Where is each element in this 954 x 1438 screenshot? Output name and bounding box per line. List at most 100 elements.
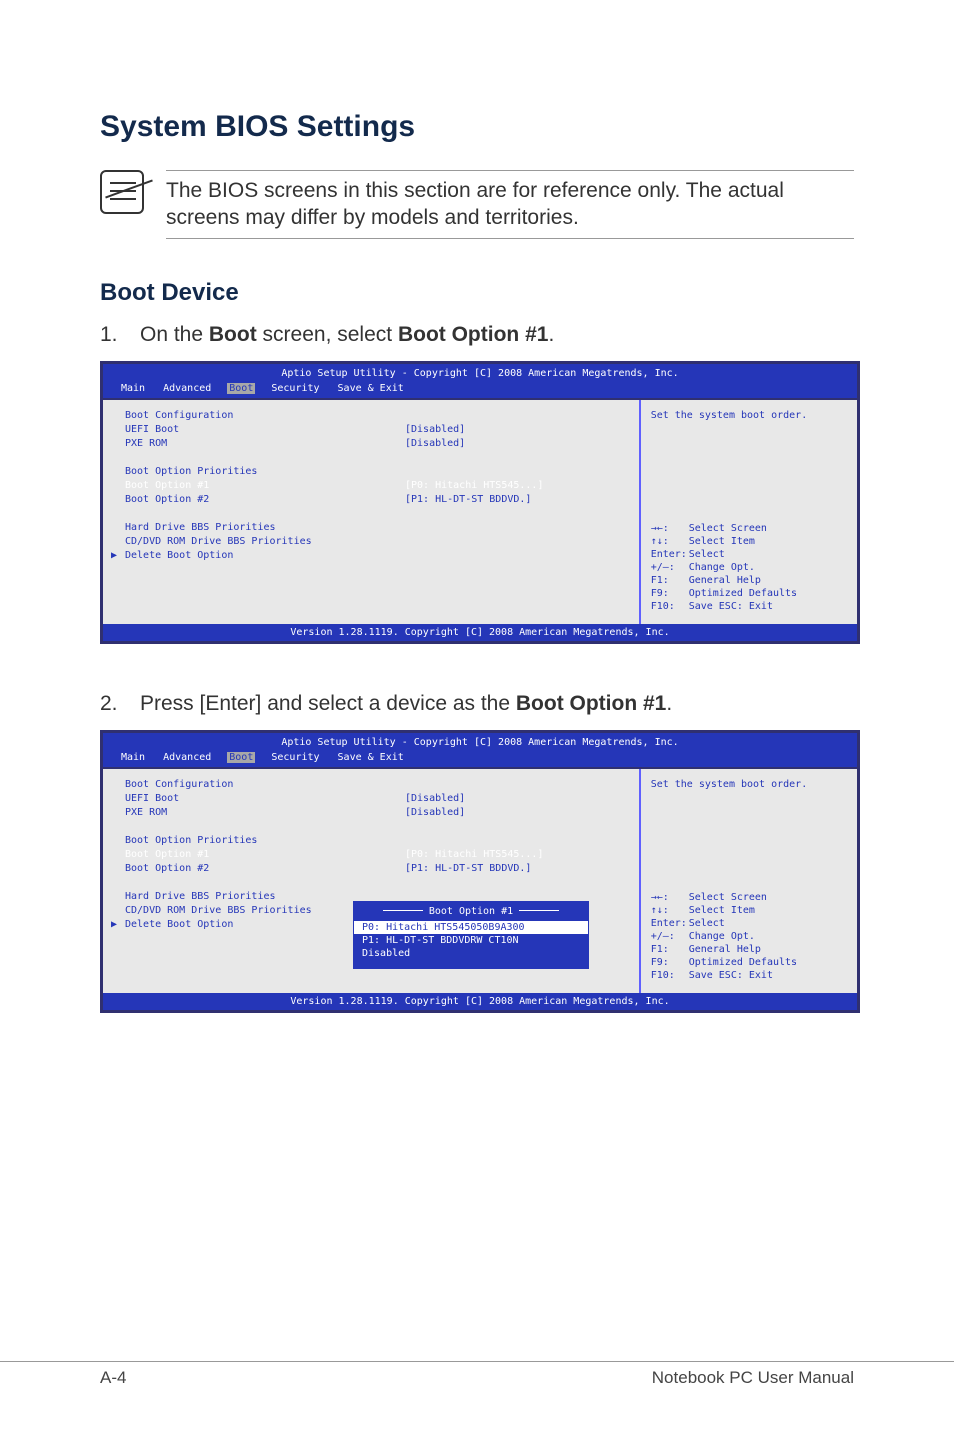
step-text: . (548, 323, 554, 346)
step-2: 2.Press [Enter] and select a device as t… (100, 692, 854, 716)
step-text-bold: Boot Option #1 (516, 692, 667, 715)
bios-title-bar: Aptio Setup Utility - Copyright [C] 2008… (103, 364, 857, 383)
key-desc: Optimized Defaults (689, 588, 797, 599)
step-number: 2. (100, 692, 140, 716)
key-sym: F9: (651, 957, 689, 968)
bios-item-value: [Disabled] (405, 424, 465, 438)
key-sym: ↑↓: (651, 905, 689, 916)
step-text: Press [Enter] and select a device as the (140, 692, 516, 715)
key-desc: Save ESC: Exit (689, 970, 773, 981)
bios-key-legend: →←:Select Screen ↑↓:Select Item Enter:Se… (651, 892, 847, 983)
bios-item-value: [P1: HL-DT-ST BDDVD.] (405, 494, 531, 508)
popup-item-selected: P0: Hitachi HTS545050B9A300 (354, 921, 588, 934)
bios-help-text: Set the system boot order. (651, 779, 847, 790)
note-block: The BIOS screens in this section are for… (100, 170, 854, 239)
bios-item-value: [Disabled] (405, 793, 465, 807)
bios-item-label: Boot Option Priorities (125, 835, 405, 849)
bios-title-bar: Aptio Setup Utility - Copyright [C] 2008… (103, 733, 857, 752)
bios-menu-item: Save & Exit (336, 383, 406, 394)
key-sym: Enter: (651, 549, 689, 560)
bios-menu-item: Security (269, 752, 321, 763)
bios-footer: Version 1.28.1119. Copyright [C] 2008 Am… (103, 993, 857, 1010)
bios-item-label: PXE ROM (125, 807, 405, 821)
bios-right-panel: Set the system boot order. →←:Select Scr… (639, 400, 857, 624)
key-sym: F9: (651, 588, 689, 599)
step-text-bold: Boot (209, 323, 257, 346)
key-desc: Optimized Defaults (689, 957, 797, 968)
key-sym: Enter: (651, 918, 689, 929)
bios-screenshot-1: Aptio Setup Utility - Copyright [C] 2008… (100, 361, 860, 644)
step-text: . (666, 692, 672, 715)
step-number: 1. (100, 323, 140, 347)
bios-menu-bar: Main Advanced Boot Security Save & Exit (103, 752, 857, 767)
bios-item-label: Boot Configuration (125, 779, 405, 793)
popup-title: Boot Option #1 (354, 906, 588, 917)
key-desc: Select Screen (689, 892, 767, 903)
bios-item-submenu: Delete Boot Option (125, 550, 405, 564)
section-heading-boot-device: Boot Device (100, 279, 854, 307)
key-sym: F1: (651, 575, 689, 586)
bios-item-value-highlighted: [P0: Hitachi HTS545...] (405, 849, 543, 863)
key-desc: Change Opt. (689, 931, 755, 942)
bios-item-label: Boot Configuration (125, 410, 405, 424)
note-icon (100, 170, 144, 214)
bios-item-label: CD/DVD ROM Drive BBS Priorities (125, 536, 405, 550)
bios-item-label: Boot Option #2 (125, 494, 405, 508)
key-desc: Select (689, 918, 725, 929)
key-desc: Select Screen (689, 523, 767, 534)
bios-item-label: Hard Drive BBS Priorities (125, 522, 405, 536)
popup-item: P1: HL-DT-ST BDDVDRW CT10N (354, 934, 588, 947)
bios-help-text: Set the system boot order. (651, 410, 847, 421)
bios-menu-item: Main (119, 752, 147, 763)
key-desc: General Help (689, 944, 761, 955)
bios-popup-boot-option: Boot Option #1 P0: Hitachi HTS545050B9A3… (353, 901, 589, 969)
page-number: A-4 (100, 1368, 126, 1388)
key-sym: F10: (651, 601, 689, 612)
bios-item-value: [Disabled] (405, 438, 465, 452)
key-sym: ↑↓: (651, 536, 689, 547)
key-desc: Select (689, 549, 725, 560)
bios-item-label: UEFI Boot (125, 424, 405, 438)
bios-item-value: [P1: HL-DT-ST BDDVD.] (405, 863, 531, 877)
popup-item: Disabled (354, 947, 588, 960)
bios-screenshot-2: Aptio Setup Utility - Copyright [C] 2008… (100, 730, 860, 1013)
step-text: On the (140, 323, 209, 346)
bios-item-label-highlighted: Boot Option #1 (125, 849, 405, 863)
bios-item-label-highlighted: Boot Option #1 (125, 480, 405, 494)
key-sym: +/—: (651, 562, 689, 573)
step-1: 1.On the Boot screen, select Boot Option… (100, 323, 854, 347)
bios-item-label: Boot Option #2 (125, 863, 405, 877)
bios-menu-item: Advanced (161, 752, 213, 763)
bios-menu-item-selected: Boot (227, 383, 255, 394)
bios-menu-item: Main (119, 383, 147, 394)
key-sym: →←: (651, 892, 689, 903)
step-text: screen, select (257, 323, 398, 346)
key-desc: Select Item (689, 905, 755, 916)
key-desc: General Help (689, 575, 761, 586)
bios-menu-item: Security (269, 383, 321, 394)
page-footer: A-4 Notebook PC User Manual (0, 1361, 954, 1388)
footer-title: Notebook PC User Manual (652, 1368, 854, 1388)
bios-item-value: [Disabled] (405, 807, 465, 821)
key-sym: →←: (651, 523, 689, 534)
bios-key-legend: →←:Select Screen ↑↓:Select Item Enter:Se… (651, 523, 847, 614)
bios-menu-item: Advanced (161, 383, 213, 394)
bios-right-panel: Set the system boot order. →←:Select Scr… (639, 769, 857, 993)
note-text: The BIOS screens in this section are for… (166, 177, 854, 232)
bios-left-panel: Boot Configuration UEFI Boot[Disabled] P… (103, 400, 639, 624)
bios-menu-item-selected: Boot (227, 752, 255, 763)
key-sym: F1: (651, 944, 689, 955)
bios-item-label: Boot Option Priorities (125, 466, 405, 480)
bios-item-label: PXE ROM (125, 438, 405, 452)
key-desc: Change Opt. (689, 562, 755, 573)
key-desc: Save ESC: Exit (689, 601, 773, 612)
bios-footer: Version 1.28.1119. Copyright [C] 2008 Am… (103, 624, 857, 641)
bios-menu-item: Save & Exit (336, 752, 406, 763)
page-title: System BIOS Settings (100, 110, 854, 144)
bios-item-value-highlighted: [P0: Hitachi HTS545...] (405, 480, 543, 494)
bios-item-label: UEFI Boot (125, 793, 405, 807)
key-desc: Select Item (689, 536, 755, 547)
step-text-bold: Boot Option #1 (398, 323, 549, 346)
key-sym: F10: (651, 970, 689, 981)
key-sym: +/—: (651, 931, 689, 942)
